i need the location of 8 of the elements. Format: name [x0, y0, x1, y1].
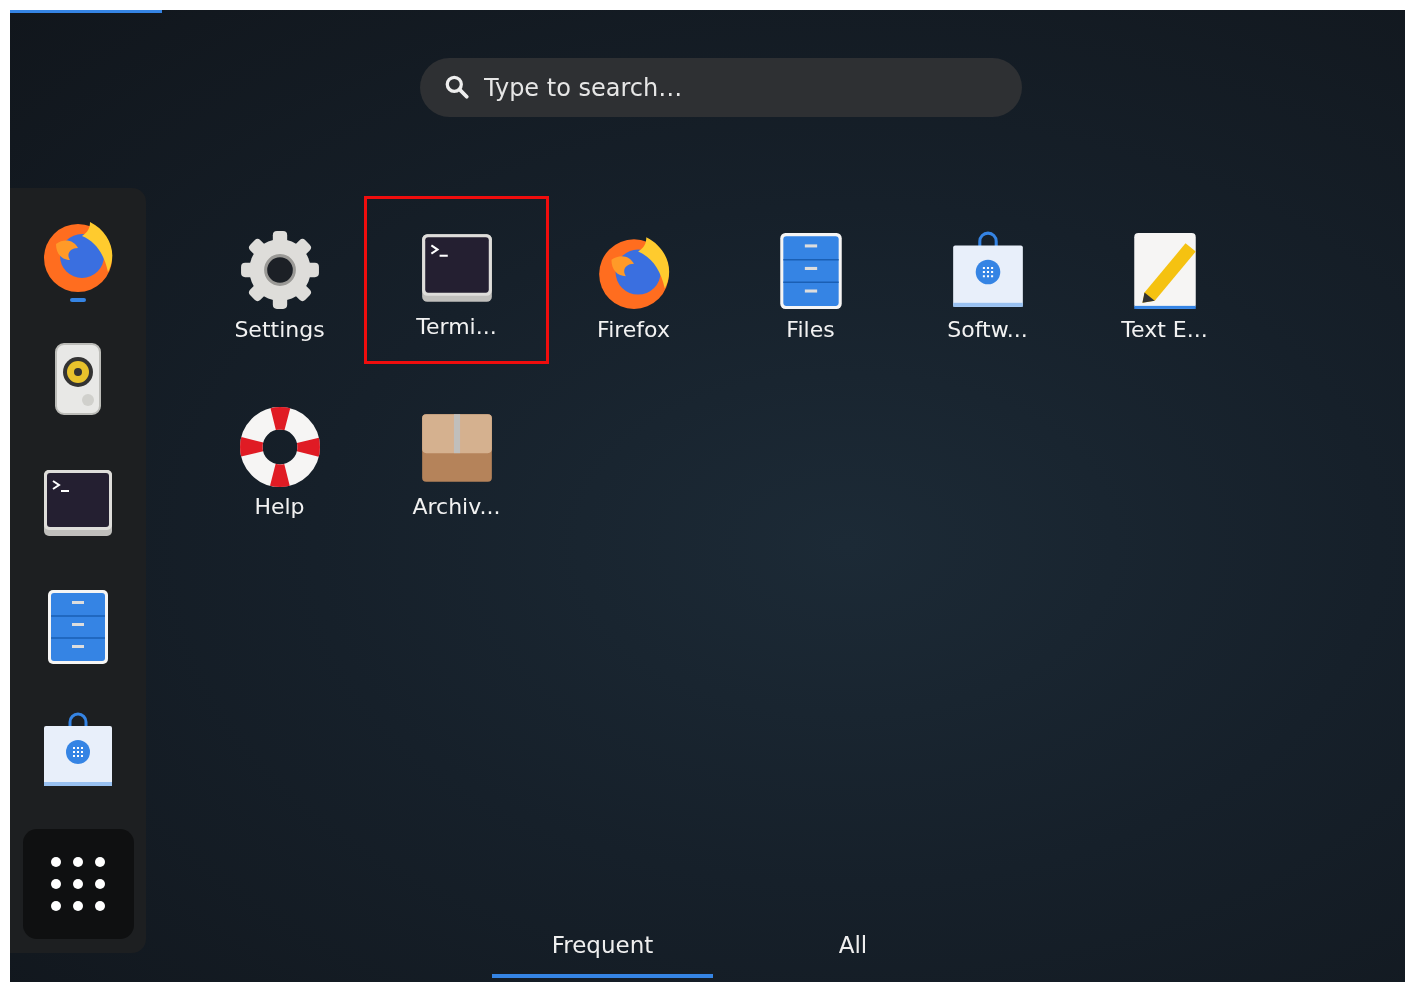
lifebuoy-icon [238, 406, 321, 488]
search-field[interactable]: Type to search… [420, 58, 1022, 117]
app-grid-icon [50, 856, 106, 912]
view-tab[interactable]: All [803, 932, 903, 978]
settings-icon [238, 229, 321, 311]
view-tab[interactable]: Frequent [492, 932, 713, 978]
show-apps-button[interactable] [22, 829, 134, 939]
app-launcher[interactable]: Termi... [364, 196, 549, 364]
